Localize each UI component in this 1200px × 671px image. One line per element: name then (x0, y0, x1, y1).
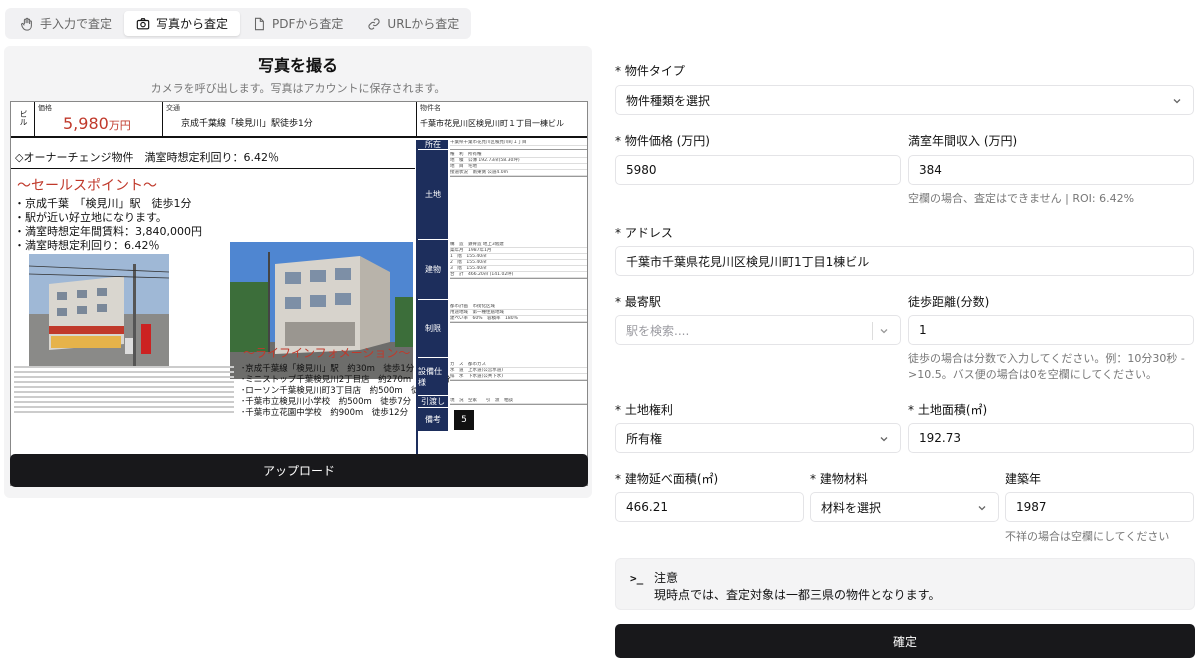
life-info-line: ･千葉市立検見川小学校 約500m 徒歩7分 (241, 397, 412, 407)
life-info-line: ･京成千葉線「検見川」駅 約30m 徒歩1分 (241, 364, 415, 374)
tab-photo[interactable]: 写真から査定 (124, 11, 241, 36)
hand-icon (21, 17, 32, 31)
price-input[interactable]: 5980 (615, 155, 901, 185)
flyer-note-mark: 5 (454, 410, 474, 430)
tab-url[interactable]: URLから査定 (355, 11, 471, 36)
floor-area-label: * 建物延べ面積(㎡) (615, 472, 719, 486)
disclaimer-text (14, 364, 234, 416)
walk-helper: 徒歩の場合は分数で入力してください。例：10分30秒 - >10.5。バス便の場… (908, 352, 1185, 381)
land-right-select[interactable]: 所有権 (615, 423, 901, 453)
tab-label: 写真から査定 (156, 17, 229, 31)
sales-point: ・駅が近い好立地になります。 (14, 211, 167, 224)
tab-manual-input[interactable]: 手入力で査定 (8, 11, 124, 36)
camera-icon (136, 17, 150, 29)
income-input[interactable]: 384 (908, 155, 1194, 185)
upload-button[interactable]: アップロード (10, 454, 588, 487)
notice-box: >_ 注意 現時点では、査定対象は一都三県の物件となります。 (615, 558, 1195, 610)
life-info-line: ･千葉市立花園中学校 約900m 徒歩12分 (241, 408, 409, 418)
life-info-line: ･ローソン千葉検見川町3丁目店 約500m 徒歩7分 (241, 386, 443, 396)
sales-point: ・満室時想定年間賃料：3,840,000円 (14, 225, 202, 238)
tab-label: URLから査定 (387, 17, 460, 31)
tab-label: 手入力で査定 (40, 17, 113, 31)
divider (11, 168, 415, 169)
flyer-specs-column: 所在 千葉県千葉市花見川区検見川町１丁目 土地 権 利 所有権 地 積 公簿 1… (416, 140, 587, 485)
flyer-type-cell: ビル (11, 102, 35, 136)
built-year-label: 建築年 (1005, 472, 1042, 486)
flyer-price-cell: 価格 5,980万円 (35, 102, 163, 136)
land-area-input[interactable]: 192.73 (908, 423, 1194, 453)
sales-points-title: ～セールスポイント～ (17, 178, 157, 194)
chevron-down-icon (880, 437, 888, 442)
address-label: * アドレス (615, 226, 673, 240)
station-search-input[interactable]: 駅を検索.... (615, 315, 901, 345)
property-type-label: * 物件タイプ (615, 64, 685, 78)
sales-point: ・満室時想定利回り：6.42％ (14, 239, 160, 252)
card-title: 写真を撮る (257, 56, 338, 75)
life-info-title: ～ライフインフォメーション～ (243, 346, 411, 360)
divider (872, 322, 873, 340)
property-type-select[interactable]: 物件種類を選択 (615, 85, 1194, 115)
confirm-button[interactable]: 確定 (615, 624, 1195, 658)
file-icon (255, 17, 264, 30)
tab-pdf[interactable]: PDFから査定 (240, 11, 355, 36)
terminal-icon: >_ (630, 572, 644, 585)
chevron-down-icon (1173, 99, 1181, 104)
station-label: * 最寄駅 (615, 295, 661, 309)
flyer-header: ビル 価格 5,980万円 交通 京成千葉線「検見川」駅徒歩1分 物件名 千葉市… (11, 102, 587, 138)
price-label: * 物件価格 (万円) (615, 134, 710, 148)
building-photo-street (29, 254, 169, 366)
address-input[interactable]: 千葉市千葉県花見川区検見川町1丁目1棟ビル (615, 246, 1194, 276)
link-icon (368, 17, 381, 30)
notice-title: 注意 (654, 571, 679, 585)
flyer-headline: ◇オーナーチェンジ物件 満室時想定利回り：6.42％ (15, 151, 279, 164)
built-year-input[interactable]: 1987 (1005, 492, 1194, 522)
notice-body: 現時点では、査定対象は一都三県の物件となります。 (654, 588, 941, 602)
photo-capture-card: 写真を撮る カメラを呼び出します。写真はアカウントに保存されます。 ビル 価格 … (4, 46, 592, 498)
income-label: 満室年間収入 (万円) (908, 134, 1018, 148)
flyer-price: 5,980万円 (63, 114, 131, 133)
captured-flyer-image: ビル 価格 5,980万円 交通 京成千葉線「検見川」駅徒歩1分 物件名 千葉市… (10, 101, 588, 486)
flyer-access-cell: 交通 京成千葉線「検見川」駅徒歩1分 (163, 102, 417, 136)
chevron-down-icon (978, 506, 986, 511)
chevron-down-icon (880, 329, 888, 334)
land-right-label: * 土地権利 (615, 403, 673, 417)
flyer-name-cell: 物件名 千葉市花見川区検見川町１丁目一棟ビル (420, 104, 564, 128)
floor-area-input[interactable]: 466.21 (615, 492, 804, 522)
walk-label: 徒歩距離(分数) (908, 295, 990, 309)
income-helper: 空欄の場合、査定はできません | ROI: 6.42% (908, 192, 1135, 205)
walk-minutes-input[interactable]: 1 (908, 315, 1194, 345)
land-area-label: * 土地面積(㎡) (908, 403, 988, 417)
input-method-tabs: 手入力で査定 写真から査定 PDFから査定 URLから査定 (5, 8, 471, 39)
material-label: * 建物材料 (810, 472, 868, 486)
material-select[interactable]: 材料を選択 (810, 492, 999, 522)
card-subtitle: カメラを呼び出します。写真はアカウントに保存されます。 (150, 82, 446, 95)
built-year-helper: 不祥の場合は空欄にしてください (1005, 530, 1170, 543)
sales-point: ・京成千葉 「検見川」駅 徒歩1分 (14, 197, 192, 210)
tab-label: PDFから査定 (272, 17, 344, 31)
